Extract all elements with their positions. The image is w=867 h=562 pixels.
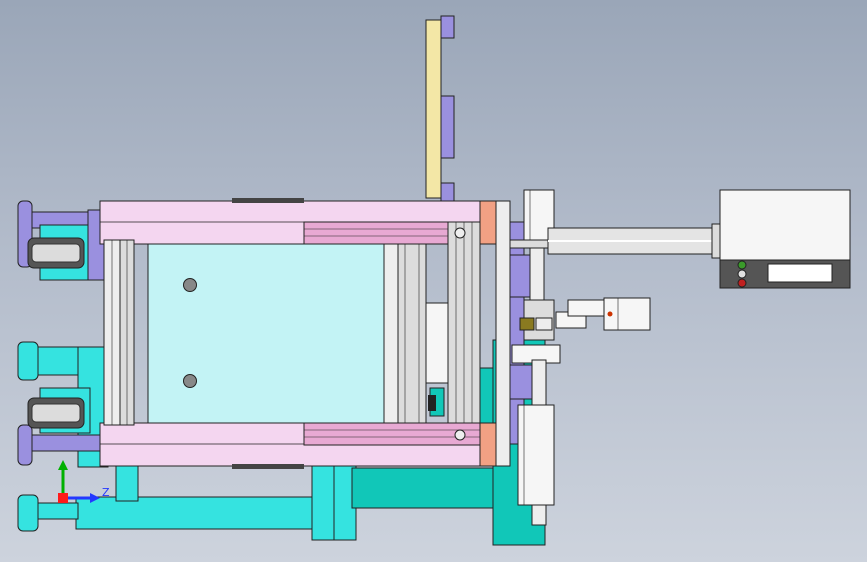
control-box-display [767, 263, 833, 283]
axis-origin-icon [58, 493, 68, 503]
indicator-light-icon [737, 260, 747, 270]
z-axis-label: Z [102, 486, 110, 499]
indicator-light-icon [737, 269, 747, 279]
assembly-drawing [17, 15, 851, 546]
control-box [719, 189, 851, 289]
indicator-light-icon [737, 278, 747, 288]
main-frame [99, 198, 511, 469]
shaft [547, 223, 723, 259]
vertical-yellow-plate [425, 15, 455, 202]
top-left-wheel-assembly [17, 200, 105, 281]
cad-viewport[interactable]: Z [0, 0, 867, 562]
